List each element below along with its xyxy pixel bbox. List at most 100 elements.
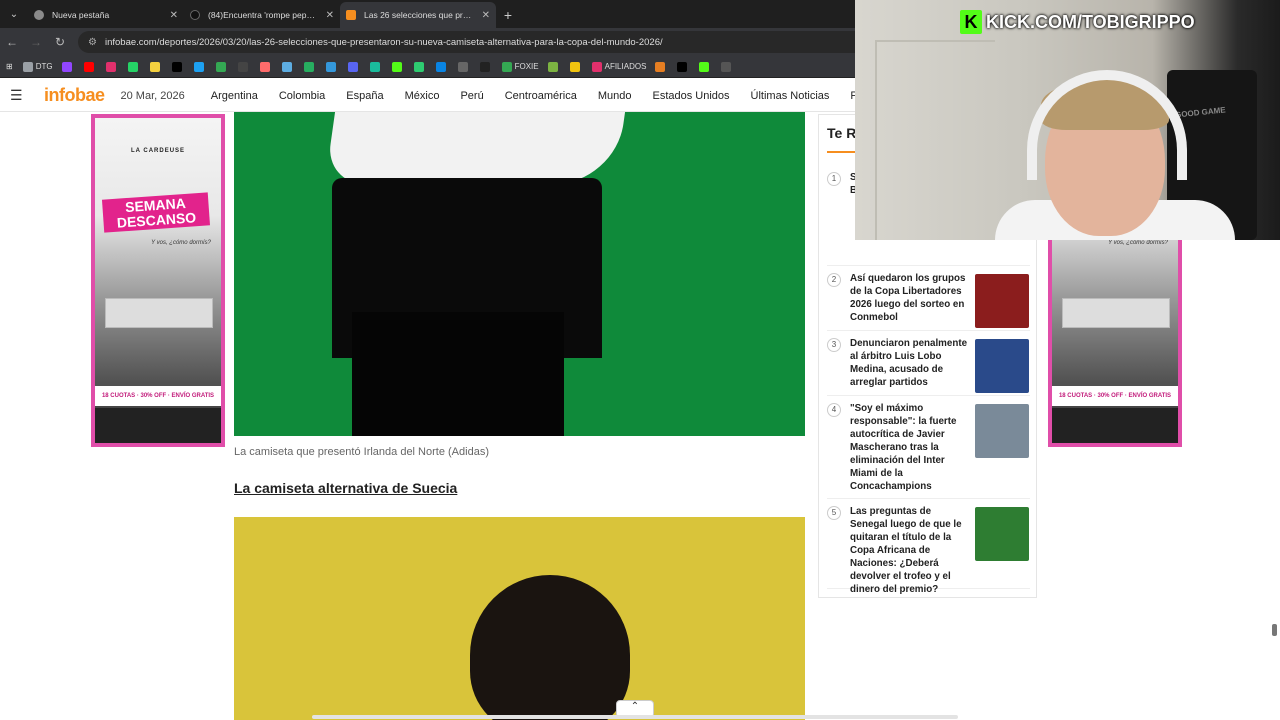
bookmark-icon <box>83 61 94 72</box>
bookmark-icon <box>325 61 336 72</box>
sidebar-article-title[interactable]: Las preguntas de Senegal luego de que le… <box>850 505 970 596</box>
bookmark-item[interactable] <box>677 61 690 72</box>
ad-title: SEMANADESCANSO <box>101 192 211 234</box>
article-thumbnail[interactable] <box>975 404 1029 458</box>
hair-shape <box>470 575 630 720</box>
tab-search-icon[interactable]: ⌄ <box>0 0 28 28</box>
bookmark-item[interactable] <box>569 61 583 72</box>
bookmark-item[interactable] <box>369 61 383 72</box>
bookmark-item[interactable] <box>479 61 493 72</box>
browser-tab[interactable]: Nueva pestaña ✕ <box>28 2 184 28</box>
legs-shape <box>352 312 564 436</box>
bookmark-item[interactable] <box>547 61 561 72</box>
browser-tab-active[interactable]: Las 26 selecciones que present ✕ <box>340 2 496 28</box>
bookmark-item[interactable] <box>61 61 75 72</box>
bookmark-icon <box>61 61 72 72</box>
bookmark-item[interactable] <box>105 61 119 72</box>
tab-close-icon[interactable]: ✕ <box>326 10 334 21</box>
sidebar-article-title[interactable]: "Soy el máximo responsable": la fuerte a… <box>850 402 970 493</box>
nav-item[interactable]: Mundo <box>598 90 632 102</box>
nav-item[interactable]: Perú <box>460 90 483 102</box>
nav-item[interactable]: Estados Unidos <box>652 90 729 102</box>
bookmark-item[interactable] <box>237 61 251 72</box>
tab-title: (84)Encuentra 'rompe pepe' en <box>208 10 320 20</box>
horizontal-scrollbar[interactable] <box>312 715 958 719</box>
article-thumbnail[interactable] <box>975 274 1029 328</box>
bookmark-icon <box>105 61 116 72</box>
site-logo[interactable]: infobae <box>44 85 105 106</box>
bookmark-item[interactable]: DTG <box>22 61 53 72</box>
nav-item[interactable]: Colombia <box>279 90 325 102</box>
sidebar-article-item[interactable]: 2 Así quedaron los grupos de la Copa Libe… <box>827 272 1030 331</box>
bookmark-item[interactable] <box>435 61 449 72</box>
vertical-scrollbar-thumb[interactable] <box>1272 624 1277 636</box>
bookmark-item[interactable] <box>325 61 339 72</box>
sidebar-article-item[interactable]: 5 Las preguntas de Senegal luego de que l… <box>827 505 1030 595</box>
bookmark-icon <box>303 61 314 72</box>
bookmark-item[interactable] <box>193 61 207 72</box>
article-photo-northern-ireland <box>234 112 805 436</box>
bookmark-item[interactable] <box>303 61 317 72</box>
webcam-overlay: GOOD GAME <box>855 0 1280 240</box>
chair-label: GOOD GAME <box>1174 105 1227 120</box>
bookmark-item[interactable] <box>391 61 405 72</box>
sidebar-article-item[interactable]: 4 "Soy el máximo responsable": la fuerte … <box>827 402 1030 499</box>
sidebar-article-title[interactable]: Denunciaron penalmente al árbitro Luis L… <box>850 337 970 389</box>
rank-badge: 1 <box>827 172 841 186</box>
bookmark-icon <box>193 61 204 72</box>
site-info-icon[interactable]: ⚙ <box>88 37 97 48</box>
bookmark-item[interactable] <box>347 61 361 72</box>
tab-close-icon[interactable]: ✕ <box>482 10 490 21</box>
bookmark-item[interactable] <box>171 61 185 72</box>
bookmark-icon <box>655 61 666 72</box>
rank-badge: 4 <box>827 403 841 417</box>
bookmark-icon <box>591 61 602 72</box>
url-text: infobae.com/deportes/2026/03/20/las-26-s… <box>104 36 663 48</box>
bookmark-item[interactable] <box>149 61 163 72</box>
bookmark-item[interactable]: FOXIE <box>501 61 539 72</box>
article-photo-sweden <box>234 517 805 720</box>
article-thumbnail[interactable] <box>975 507 1029 561</box>
bookmark-item[interactable] <box>281 61 295 72</box>
bookmark-item[interactable] <box>413 61 427 72</box>
bookmark-item[interactable] <box>259 61 273 72</box>
bookmark-icon <box>457 61 468 72</box>
rank-badge: 3 <box>827 338 841 352</box>
article-thumbnail[interactable] <box>975 339 1029 393</box>
nav-item[interactable]: México <box>405 90 440 102</box>
nav-item[interactable]: Argentina <box>211 90 258 102</box>
bookmark-item[interactable] <box>215 61 229 72</box>
bookmark-item[interactable] <box>721 61 734 72</box>
kick-overlay: K KICK.COM/TOBIGRIPPO <box>960 10 1195 34</box>
bookmark-item[interactable] <box>127 61 141 72</box>
bookmark-icon <box>413 61 424 72</box>
back-icon[interactable]: ← <box>0 35 24 49</box>
rank-badge: 2 <box>827 273 841 287</box>
sidebar-article-title[interactable]: Así quedaron los grupos de la Copa Liber… <box>850 272 970 324</box>
nav-item[interactable]: España <box>346 90 383 102</box>
bookmark-icon <box>22 61 33 72</box>
bookmark-item[interactable] <box>457 61 471 72</box>
bookmark-item[interactable] <box>699 61 712 72</box>
tab-close-icon[interactable]: ✕ <box>170 10 178 21</box>
headset-icon <box>1027 70 1187 180</box>
ad-banner-left[interactable]: LA CARDEUSE SEMANA DESCANSO Y vos, ¿cómo … <box>91 114 225 447</box>
new-tab-button[interactable]: + <box>496 2 520 28</box>
bookmark-label: DTG <box>35 62 53 71</box>
nav-item[interactable]: Centroamérica <box>505 90 577 102</box>
menu-icon[interactable]: ☰ <box>10 87 30 104</box>
bookmark-icon <box>501 61 512 72</box>
bookmark-item[interactable]: AFILIADOS <box>591 61 646 72</box>
reload-icon[interactable]: ↻ <box>48 35 72 49</box>
bookmark-icon <box>569 61 580 72</box>
bookmark-item[interactable] <box>83 61 97 72</box>
forward-icon[interactable]: → <box>24 35 48 49</box>
bookmark-item[interactable] <box>655 61 668 72</box>
nav-item[interactable]: Últimas Noticias <box>751 90 830 102</box>
section-heading[interactable]: La camiseta alternativa de Suecia <box>234 480 457 496</box>
ad-strip: 18 CUOTAS · 30% OFF · ENVÍO GRATIS <box>1052 386 1178 406</box>
browser-tab[interactable]: (84)Encuentra 'rompe pepe' en ✕ <box>184 2 340 28</box>
sidebar-article-item[interactable]: 3 Denunciaron penalmente al árbitro Luis … <box>827 337 1030 396</box>
tab-favicon-icon <box>34 10 44 20</box>
apps-icon[interactable]: ⊞ <box>6 62 13 71</box>
